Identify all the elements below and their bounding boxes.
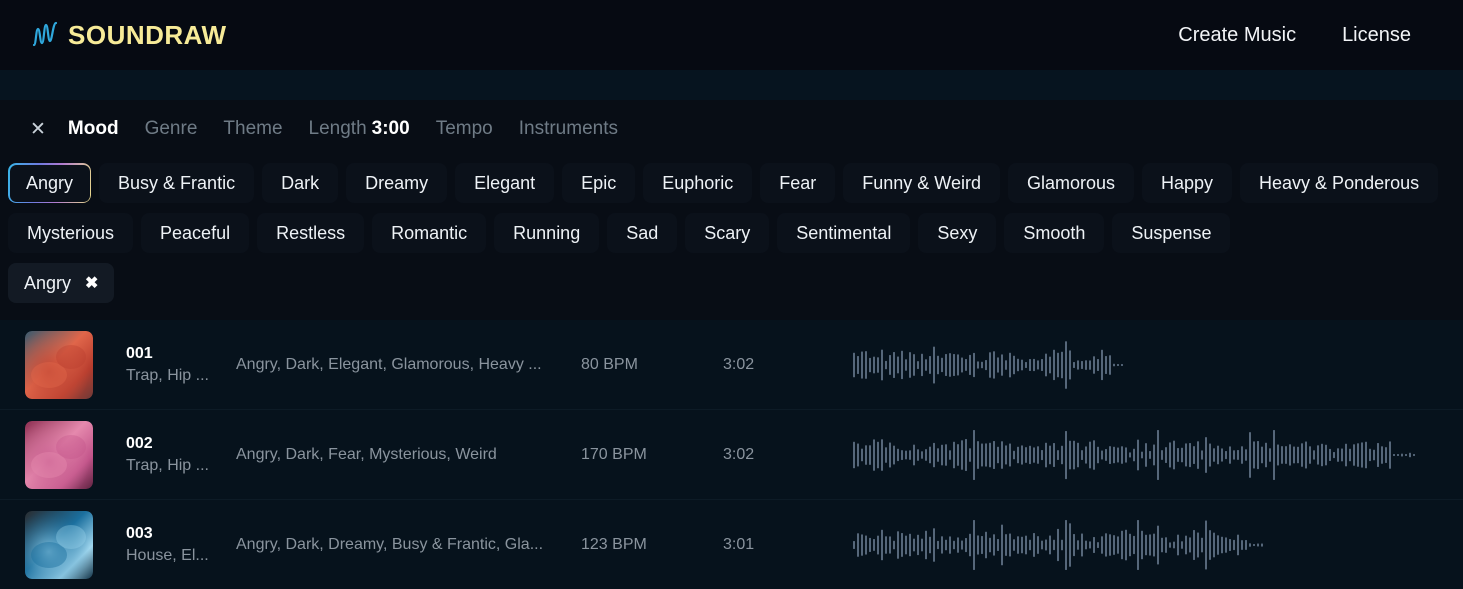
mood-chip-row-2: Mysterious Peaceful Restless Romantic Runnin… — [8, 208, 1463, 258]
track-waveform[interactable] — [853, 517, 1265, 573]
header-gap-band — [0, 70, 1463, 100]
track-row[interactable]: 001 Trap, Hip ... Angry, Dark, Elegant, Gl… — [0, 320, 1463, 410]
mood-chip-mysterious[interactable]: Mysterious — [8, 213, 134, 253]
track-thumbnail[interactable] — [25, 420, 93, 489]
mood-chip-label: Angry — [9, 164, 91, 202]
mood-chip-smooth[interactable]: Smooth — [1004, 213, 1105, 253]
track-title: 003 — [126, 524, 153, 542]
mood-chip-heavy-ponderous[interactable]: Heavy & Ponderous — [1240, 163, 1439, 203]
track-thumbnail[interactable] — [25, 330, 93, 399]
selected-tags-row: Angry ✖ — [8, 258, 1463, 308]
selected-tag-label: Angry — [24, 272, 72, 293]
mood-chip-rows: Angry Busy & Frantic Dark Dreamy Elegant Epic… — [0, 158, 1463, 308]
track-genre: Trap, Hip ... — [126, 456, 209, 474]
mood-chip-epic[interactable]: Epic — [562, 163, 636, 203]
mood-chip-busy-frantic[interactable]: Busy & Frantic — [99, 163, 255, 203]
track-genre: Trap, Hip ... — [126, 366, 209, 384]
mood-chip-row-1: Angry Busy & Frantic Dark Dreamy Elegant Epic… — [8, 158, 1463, 208]
mood-chip-restless[interactable]: Restless — [257, 213, 365, 253]
mood-chip-euphoric[interactable]: Euphoric — [643, 163, 753, 203]
track-tags: Angry, Dark, Elegant, Glamorous, Heavy .… — [236, 355, 542, 373]
track-tags: Angry, Dark, Dreamy, Busy & Frantic, Gla… — [236, 535, 544, 553]
track-row[interactable]: 003 House, El... Angry, Dark, Dreamy, Busy… — [0, 500, 1463, 589]
remove-tag-icon[interactable]: ✖ — [85, 273, 98, 293]
track-tags: Angry, Dark, Fear, Mysterious, Weird — [236, 445, 497, 463]
filter-tab-length-value: 3:00 — [371, 118, 410, 139]
app-header: SOUNDRAW Create Music License — [0, 0, 1463, 70]
track-title: 002 — [126, 434, 153, 452]
mood-chip-scary[interactable]: Scary — [685, 213, 770, 253]
mood-chip-romantic[interactable]: Romantic — [372, 213, 487, 253]
filter-tab-mood[interactable]: Mood — [68, 118, 119, 140]
track-duration: 3:02 — [723, 355, 755, 373]
filter-tab-length[interactable]: Length 3:00 — [309, 118, 410, 140]
track-waveform[interactable] — [853, 337, 1128, 393]
soundwave-logo-icon — [32, 21, 58, 47]
track-bpm: 123 BPM — [581, 535, 647, 553]
filter-tab-tempo[interactable]: Tempo — [436, 118, 493, 140]
mood-chip-suspense[interactable]: Suspense — [1112, 213, 1231, 253]
mood-chip-angry[interactable]: Angry — [8, 163, 92, 203]
track-meta: 001 Trap, Hip ... — [126, 343, 236, 386]
filter-tab-theme[interactable]: Theme — [223, 118, 282, 140]
mood-chip-glamorous[interactable]: Glamorous — [1007, 163, 1134, 203]
filter-tab-genre[interactable]: Genre — [145, 118, 198, 140]
close-icon[interactable]: ✕ — [30, 120, 46, 139]
track-waveform[interactable] — [853, 427, 1418, 483]
track-list: 001 Trap, Hip ... Angry, Dark, Elegant, Gl… — [0, 320, 1463, 589]
nav-license[interactable]: License — [1342, 24, 1411, 47]
mood-chip-elegant[interactable]: Elegant — [455, 163, 555, 203]
track-duration: 3:01 — [723, 535, 755, 553]
track-thumbnail[interactable] — [25, 510, 93, 579]
mood-chip-happy[interactable]: Happy — [1142, 163, 1233, 203]
selected-tag[interactable]: Angry ✖ — [8, 263, 115, 303]
track-thumbnail-image — [25, 510, 93, 579]
mood-chip-fear[interactable]: Fear — [760, 163, 836, 203]
filter-tab-length-label: Length — [308, 118, 367, 139]
mood-chip-funny-weird[interactable]: Funny & Weird — [843, 163, 1000, 203]
track-thumbnail-image — [25, 330, 93, 399]
logo[interactable]: SOUNDRAW — [32, 19, 227, 51]
nav-create-music[interactable]: Create Music — [1178, 24, 1296, 47]
track-thumbnail-image — [25, 420, 93, 489]
mood-chip-dark[interactable]: Dark — [262, 163, 339, 203]
track-meta: 003 House, El... — [126, 523, 236, 566]
mood-chip-sexy[interactable]: Sexy — [918, 213, 997, 253]
track-bpm: 170 BPM — [581, 445, 647, 463]
filter-panel: ✕ Mood Genre Theme Length 3:00 Tempo Inst… — [0, 100, 1463, 320]
track-row[interactable]: 002 Trap, Hip ... Angry, Dark, Fear, Myste… — [0, 410, 1463, 500]
track-title: 001 — [126, 344, 153, 362]
mood-chip-peaceful[interactable]: Peaceful — [141, 213, 250, 253]
mood-chip-dreamy[interactable]: Dreamy — [346, 163, 448, 203]
track-duration: 3:02 — [723, 445, 755, 463]
mood-chip-sentimental[interactable]: Sentimental — [777, 213, 911, 253]
mood-chip-running[interactable]: Running — [494, 213, 600, 253]
track-genre: House, El... — [126, 546, 209, 564]
filter-tabs: ✕ Mood Genre Theme Length 3:00 Tempo Inst… — [0, 100, 1463, 158]
logo-text: SOUNDRAW — [68, 20, 227, 50]
filter-tab-instruments[interactable]: Instruments — [519, 118, 618, 140]
track-meta: 002 Trap, Hip ... — [126, 433, 236, 476]
track-bpm: 80 BPM — [581, 355, 638, 373]
main-nav: Create Music License — [1178, 24, 1411, 47]
mood-chip-sad[interactable]: Sad — [607, 213, 678, 253]
